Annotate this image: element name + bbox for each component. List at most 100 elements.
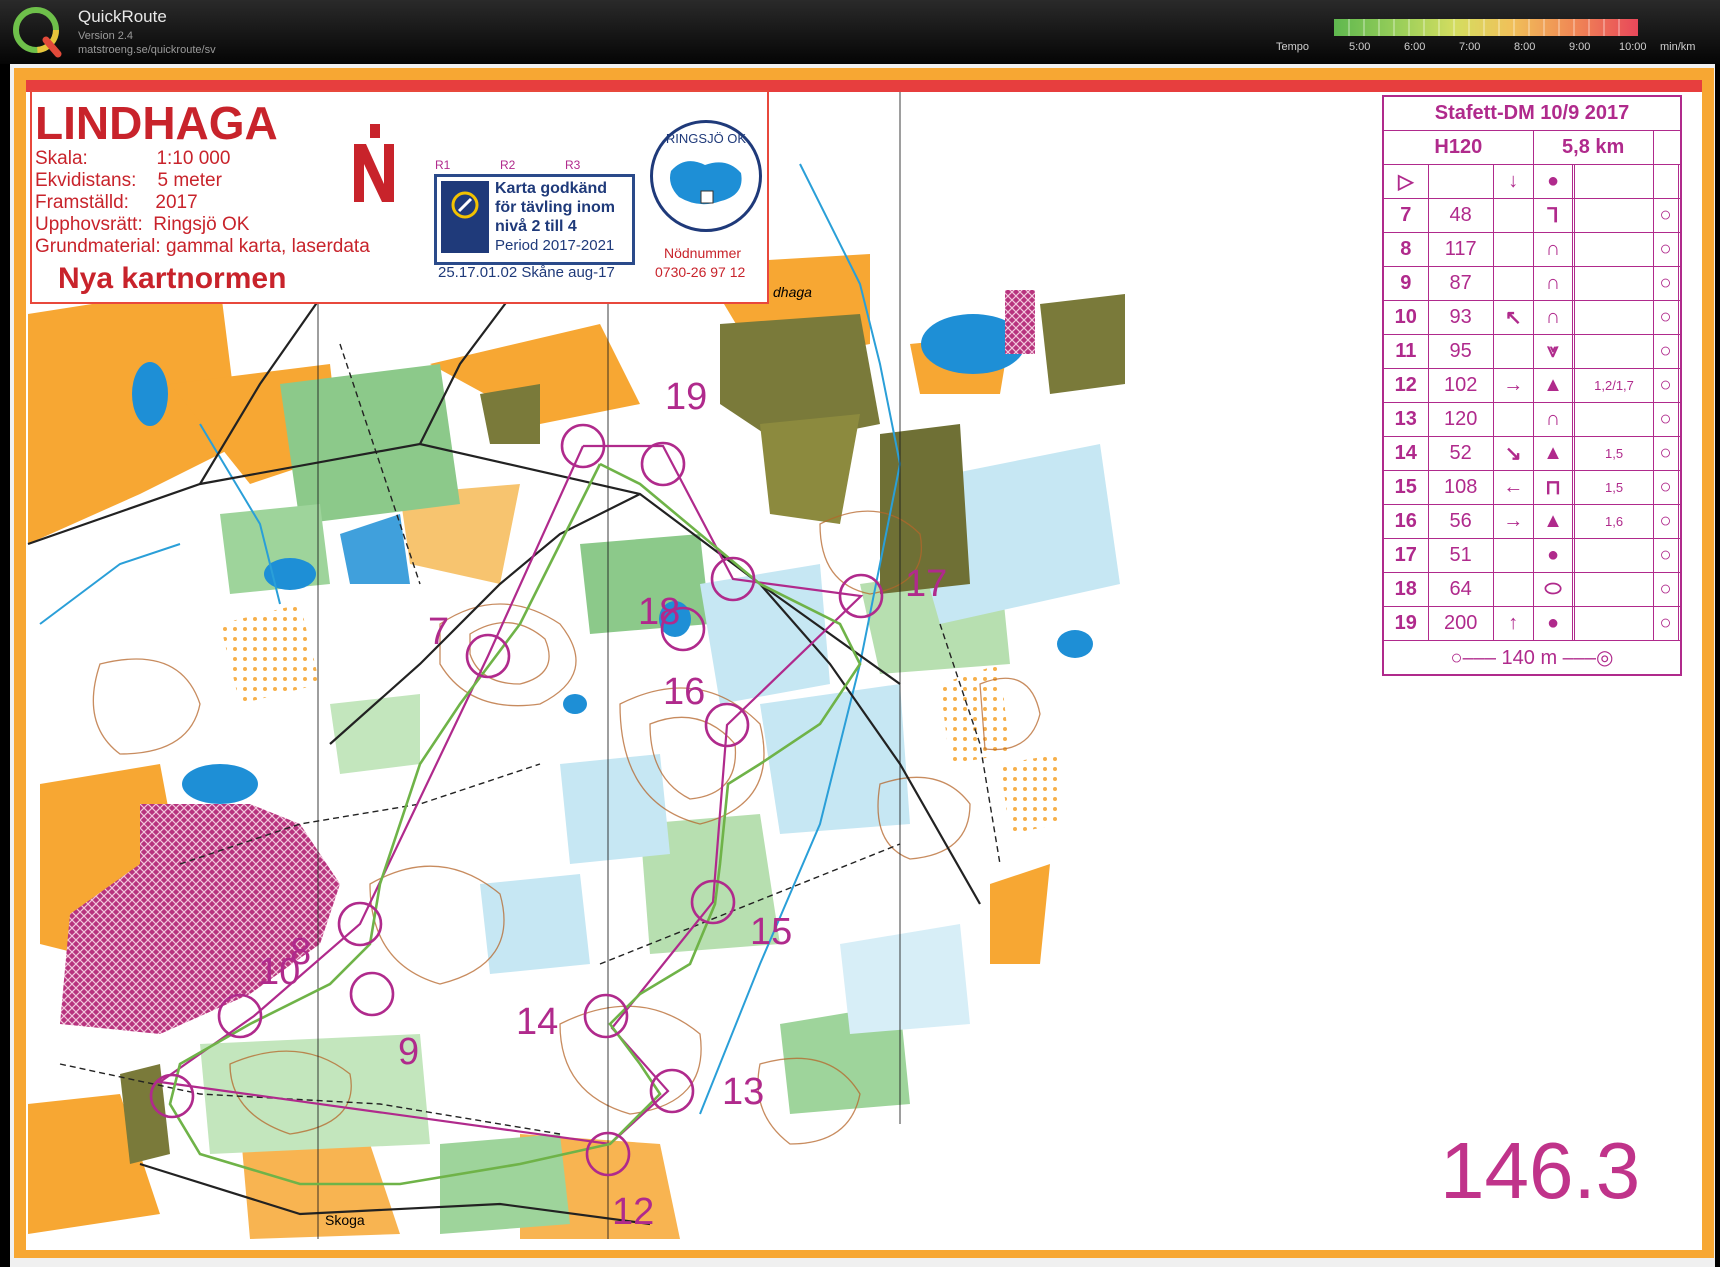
control-feature-symbol: ▲: [1532, 368, 1574, 403]
app-version: Version 2.4: [78, 30, 134, 42]
control-direction: →: [1492, 504, 1534, 539]
control-code: 108: [1427, 470, 1494, 505]
control-sequence: 14: [1382, 436, 1429, 471]
info-scale: Skala: 1:10 000: [35, 148, 231, 169]
tempo-tick: 8:00: [1514, 41, 1536, 53]
control-sequence: 11: [1382, 334, 1429, 369]
control-sequence: 19: [1382, 606, 1429, 641]
control-dimensions: [1574, 300, 1654, 335]
control-dimensions: [1574, 232, 1654, 267]
control-code: 52: [1427, 436, 1494, 471]
finish-distance: ○––– 140 m –––◎: [1382, 640, 1682, 676]
north-arrow-logo-icon: [354, 124, 394, 202]
lake-logo-icon: [670, 161, 742, 205]
control-row: 9 87 ∩ ○: [1382, 266, 1682, 301]
place-name-lindhaga: dhaga: [773, 284, 812, 300]
control-row: 12 102 → ▲ 1,2/1,7 ○: [1382, 368, 1682, 403]
control-dimensions: [1574, 402, 1654, 437]
control-direction: ↖: [1492, 300, 1534, 335]
relay-box-r2: R2: [500, 158, 516, 172]
control-location-symbol: ○: [1652, 232, 1679, 267]
emergency-number: 0730-26 97 12: [655, 264, 746, 280]
finish-end-icon: –––◎: [1562, 647, 1614, 669]
tempo-tick: 5:00: [1349, 41, 1371, 53]
approval-period: Period 2017-2021: [495, 237, 615, 254]
control-number: 14: [516, 1001, 558, 1043]
control-location-symbol: ○: [1652, 436, 1679, 471]
control-number: 12: [612, 1191, 654, 1233]
place-name-skoga: Skoga: [325, 1212, 365, 1228]
dot-icon: ●: [1532, 164, 1574, 199]
control-code: 95: [1427, 334, 1494, 369]
control-dimensions: [1574, 266, 1654, 301]
start-triangle-icon: ▷: [1382, 164, 1429, 199]
control-row: 18 64 ⬭ ○: [1382, 572, 1682, 607]
lake: [182, 764, 258, 804]
control-direction: ←: [1492, 470, 1534, 505]
info-produced: Framställd: 2017: [35, 192, 198, 213]
control-row: 17 51 ● ○: [1382, 538, 1682, 573]
lake: [563, 694, 587, 714]
control-row: 10 93 ↖ ∩ ○: [1382, 300, 1682, 335]
control-location-symbol: ○: [1652, 334, 1679, 369]
app-url[interactable]: matstroeng.se/quickroute/sv: [78, 44, 216, 56]
control-other: [1677, 402, 1682, 437]
control-location-symbol: ○: [1652, 198, 1679, 233]
control-row: 19 200 ↑ ● ○: [1382, 606, 1682, 641]
control-description-table: Stafett-DM 10/9 2017 H120 5,8 km ▷ ↓ ● 7 48…: [1382, 95, 1682, 676]
tempo-tick: 6:00: [1404, 41, 1426, 53]
svensk-orientering-logo-icon: [441, 181, 489, 253]
control-code: 64: [1427, 572, 1494, 607]
control-code: 87: [1427, 266, 1494, 301]
control-sequence: 8: [1382, 232, 1429, 267]
control-other: [1677, 538, 1682, 573]
control-direction: [1492, 538, 1534, 573]
control-feature-symbol: ∩: [1532, 266, 1574, 301]
control-row: 14 52 ↘ ▲ 1,5 ○: [1382, 436, 1682, 471]
relay-box-r3: R3: [565, 158, 581, 172]
control-dimensions: [1574, 198, 1654, 233]
control-direction: [1492, 232, 1534, 267]
lake: [132, 362, 168, 426]
approval-text: Karta godkänd för tävling inom nivå 2 ti…: [495, 180, 615, 235]
tempo-tick: 10:00: [1619, 41, 1647, 53]
control-sequence: 16: [1382, 504, 1429, 539]
approval-stamp: Karta godkänd för tävling inom nivå 2 ti…: [434, 174, 635, 265]
control-other: [1677, 504, 1682, 539]
control-feature-symbol: ●: [1532, 606, 1574, 641]
control-dimensions: [1574, 538, 1654, 573]
control-feature-symbol: ●: [1532, 538, 1574, 573]
control-sequence: 9: [1382, 266, 1429, 301]
map-subtitle: Nya kartnormen: [58, 262, 287, 295]
info-basemap: Grundmaterial: gammal karta, laserdata: [35, 236, 370, 257]
control-dimensions: [1574, 334, 1654, 369]
control-row: 13 120 ∩ ○: [1382, 402, 1682, 437]
control-location-symbol: ○: [1652, 606, 1679, 641]
control-number: 19: [665, 376, 707, 418]
tempo-tick: 7:00: [1459, 41, 1481, 53]
control-sequence: 10: [1382, 300, 1429, 335]
control-sequence: 13: [1382, 402, 1429, 437]
map-viewport[interactable]: 19 18 7 17 16 15 8 10 9 14 13 12 LINDHAG…: [0, 64, 1720, 1267]
control-row: 16 56 → ▲ 1,6 ○: [1382, 504, 1682, 539]
control-direction: [1492, 402, 1534, 437]
app-header: QuickRoute Version 2.4 matstroeng.se/qui…: [0, 0, 1720, 64]
map-number: 146.3: [1440, 1126, 1641, 1215]
control-sequence: 18: [1382, 572, 1429, 607]
down-arrow-icon: ↓: [1492, 164, 1534, 199]
control-dimensions: [1574, 606, 1654, 641]
control-direction: [1492, 266, 1534, 301]
control-other: [1677, 334, 1682, 369]
control-number: 9: [398, 1031, 419, 1073]
control-direction: ↘: [1492, 436, 1534, 471]
control-sequence: 15: [1382, 470, 1429, 505]
control-feature-symbol: ▲: [1532, 436, 1574, 471]
control-location-symbol: ○: [1652, 266, 1679, 301]
control-other: [1677, 572, 1682, 607]
control-code: 102: [1427, 368, 1494, 403]
club-name: RINGSJÖ OK: [665, 131, 747, 146]
tempo-label: Tempo: [1276, 41, 1310, 53]
control-code: 120: [1427, 402, 1494, 437]
control-sequence: 12: [1382, 368, 1429, 403]
control-row: 11 95 ⩔ ○: [1382, 334, 1682, 369]
